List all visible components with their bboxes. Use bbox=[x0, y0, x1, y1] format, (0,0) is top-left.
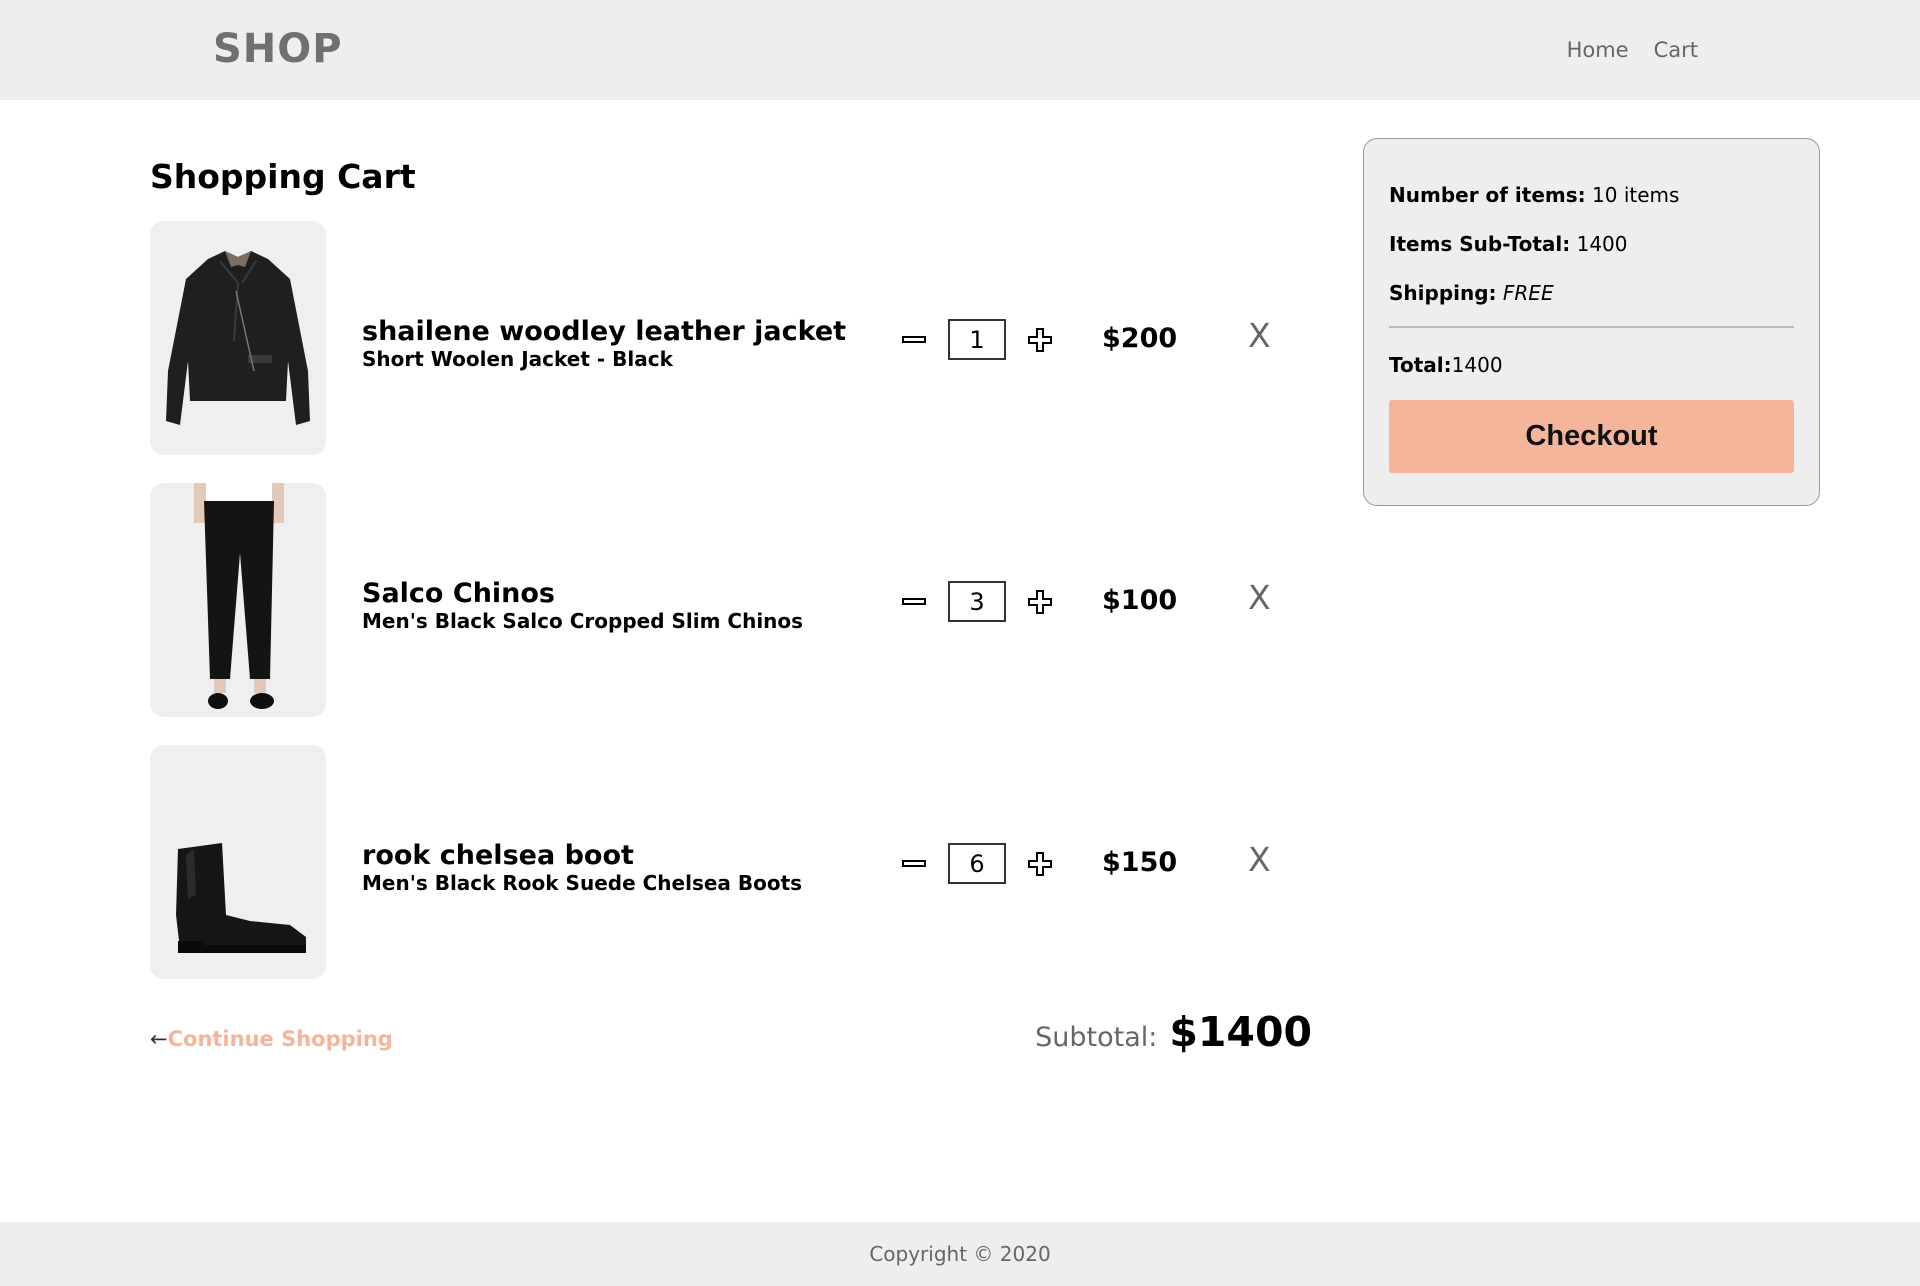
decrement-button[interactable] bbox=[896, 582, 932, 622]
summary-total-value: 1400 bbox=[1451, 353, 1503, 377]
item-info: Salco Chinos Men's Black Salco Cropped S… bbox=[362, 579, 804, 634]
continue-shopping-link[interactable]: ←Continue Shopping bbox=[150, 1027, 393, 1051]
item-info: rook chelsea boot Men's Black Rook Suede… bbox=[362, 841, 803, 896]
item-price: $200 bbox=[1102, 323, 1178, 354]
brand-logo[interactable]: SHOP bbox=[213, 26, 343, 72]
subtotal-label: Subtotal: bbox=[1035, 1022, 1158, 1053]
item-name[interactable]: rook chelsea boot bbox=[362, 841, 802, 871]
summary-items-value: 10 items bbox=[1585, 183, 1680, 207]
item-price: $150 bbox=[1102, 847, 1178, 878]
cart-item: Salco Chinos Men's Black Salco Cropped S… bbox=[150, 483, 1290, 717]
cart-item: shailene woodley leather jacket Short Wo… bbox=[150, 221, 1290, 455]
item-description: Men's Black Salco Cropped Slim Chinos bbox=[362, 609, 804, 633]
product-image-leather-jacket[interactable] bbox=[150, 221, 326, 455]
quantity-input[interactable] bbox=[948, 581, 1006, 622]
summary-total-label: Total: bbox=[1389, 353, 1452, 377]
checkout-button[interactable]: Checkout bbox=[1389, 400, 1794, 473]
subtotal-value: $1400 bbox=[1169, 1008, 1312, 1056]
summary-subtotal-value: 1400 bbox=[1570, 232, 1628, 256]
quantity-input[interactable] bbox=[948, 843, 1006, 884]
increment-button[interactable] bbox=[1022, 582, 1058, 622]
item-price: $100 bbox=[1102, 585, 1178, 616]
summary-items-count: Number of items: 10 items bbox=[1389, 183, 1794, 207]
product-image-chinos[interactable] bbox=[150, 483, 326, 717]
increment-button[interactable] bbox=[1022, 320, 1058, 360]
decrement-button[interactable] bbox=[896, 844, 932, 884]
quantity-stepper bbox=[896, 843, 1058, 884]
item-name[interactable]: shailene woodley leather jacket bbox=[362, 317, 846, 347]
summary-shipping-value: FREE bbox=[1502, 281, 1554, 305]
arrow-left-icon: ← bbox=[150, 1027, 168, 1051]
nav-cart-link[interactable]: Cart bbox=[1654, 38, 1698, 62]
quantity-stepper bbox=[896, 319, 1058, 360]
order-summary-card: Number of items: 10 items Items Sub-Tota… bbox=[1363, 138, 1820, 506]
plus-icon bbox=[1028, 589, 1052, 614]
item-description: Men's Black Rook Suede Chelsea Boots bbox=[362, 871, 803, 895]
remove-item-button[interactable]: X bbox=[1248, 316, 1271, 355]
summary-subtotal-label: Items Sub-Total: bbox=[1389, 232, 1571, 256]
summary-shipping-label: Shipping: bbox=[1389, 281, 1497, 305]
summary-shipping: Shipping: FREE bbox=[1389, 281, 1794, 305]
page-title: Shopping Cart bbox=[150, 157, 416, 196]
item-info: shailene woodley leather jacket Short Wo… bbox=[362, 317, 846, 372]
chelsea-boot-image bbox=[150, 745, 326, 979]
remove-item-button[interactable]: X bbox=[1248, 840, 1271, 879]
summary-subtotal: Items Sub-Total: 1400 bbox=[1389, 232, 1794, 256]
item-description: Short Woolen Jacket - Black bbox=[362, 347, 673, 371]
decrement-button[interactable] bbox=[896, 320, 932, 360]
page-footer: Copyright © 2020 bbox=[0, 1222, 1920, 1286]
remove-item-button[interactable]: X bbox=[1248, 578, 1271, 617]
nav-home-link[interactable]: Home bbox=[1567, 38, 1629, 62]
minus-icon bbox=[902, 859, 926, 867]
copyright-text: Copyright © 2020 bbox=[869, 1242, 1051, 1266]
product-image-chelsea-boot[interactable] bbox=[150, 745, 326, 979]
continue-shopping-label: Continue Shopping bbox=[167, 1027, 393, 1051]
cart-item: rook chelsea boot Men's Black Rook Suede… bbox=[150, 745, 1290, 979]
quantity-input[interactable] bbox=[948, 319, 1006, 360]
summary-total: Total:1400 bbox=[1389, 353, 1794, 377]
cart-subtotal: Subtotal: $1400 bbox=[1035, 1008, 1312, 1056]
black-chinos-image bbox=[150, 483, 326, 717]
minus-icon bbox=[902, 597, 926, 605]
minus-icon bbox=[902, 335, 926, 343]
summary-items-label: Number of items: bbox=[1389, 183, 1586, 207]
summary-divider bbox=[1389, 326, 1794, 328]
plus-icon bbox=[1028, 327, 1052, 352]
top-navbar: SHOP Home Cart bbox=[0, 0, 1920, 100]
plus-icon bbox=[1028, 851, 1052, 876]
quantity-stepper bbox=[896, 581, 1058, 622]
increment-button[interactable] bbox=[1022, 844, 1058, 884]
item-name[interactable]: Salco Chinos bbox=[362, 579, 803, 609]
nav-links: Home Cart bbox=[1567, 38, 1698, 62]
leather-jacket-image bbox=[150, 221, 326, 455]
